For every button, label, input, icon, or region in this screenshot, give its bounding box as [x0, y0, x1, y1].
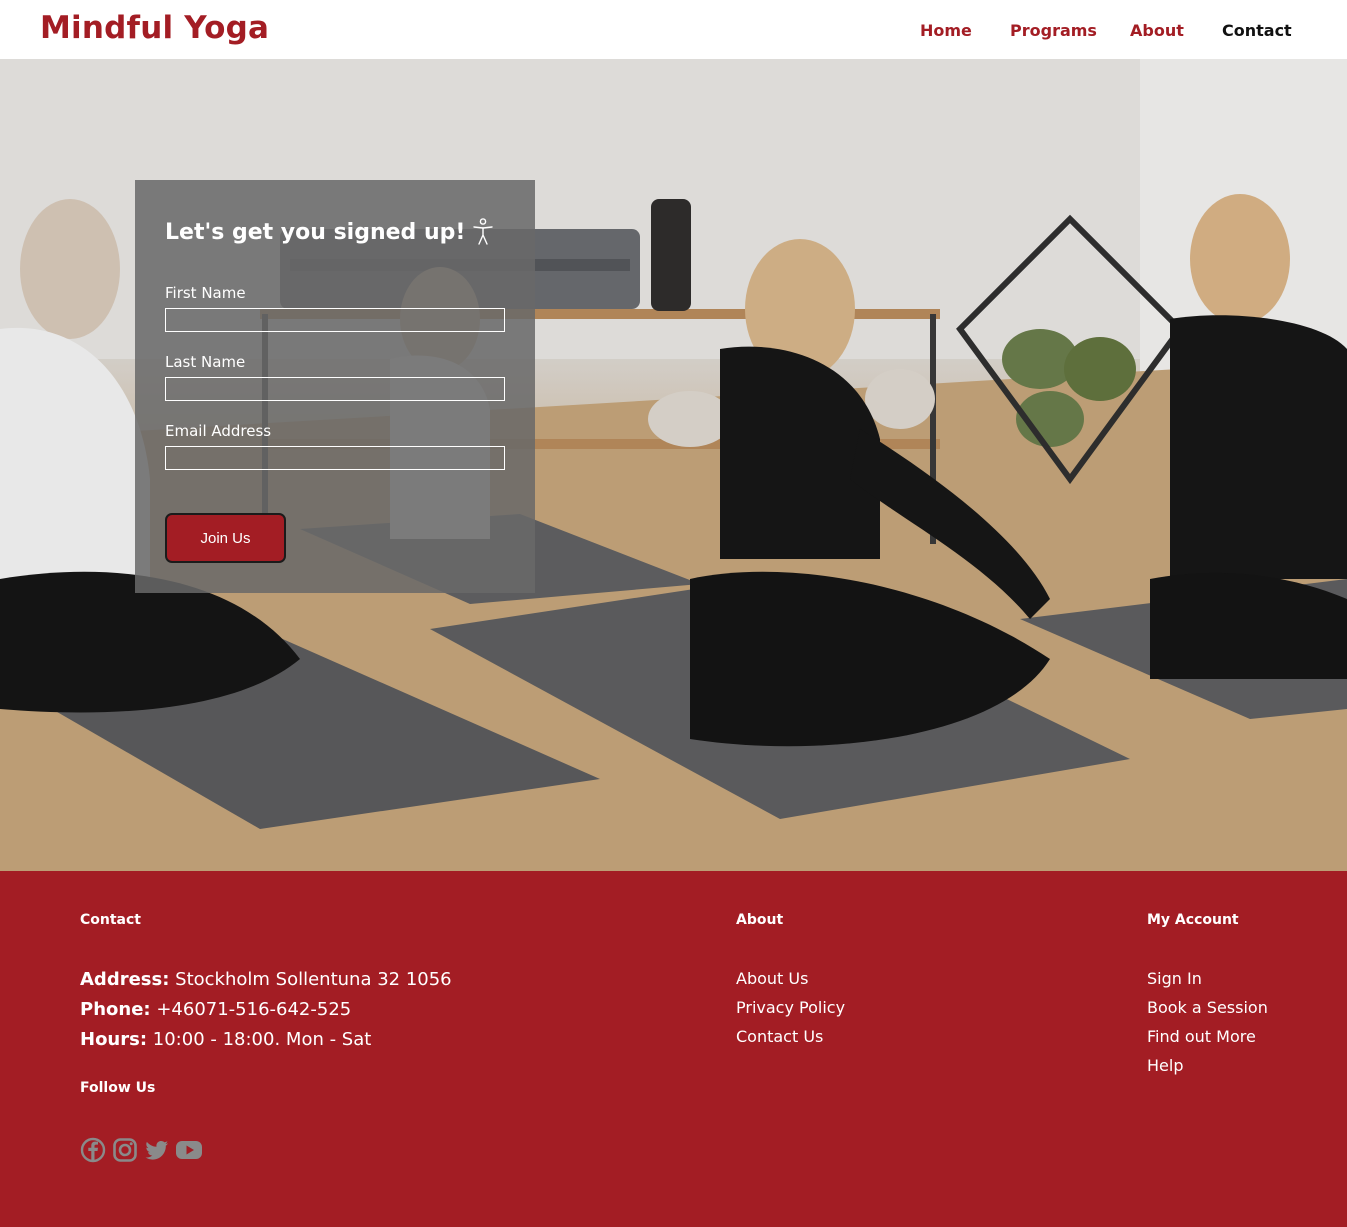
footer-link-help[interactable]: Help — [1147, 1056, 1183, 1075]
footer-link-sign-in[interactable]: Sign In — [1147, 969, 1202, 988]
footer-about-heading: About — [736, 912, 784, 928]
hero-section: Let's get you signed up! First Name Last… — [0, 59, 1347, 871]
signup-title: Let's get you signed up! — [165, 220, 466, 245]
nav-link-home[interactable]: Home — [920, 21, 972, 40]
last-name-input[interactable] — [165, 377, 505, 401]
nav-link-programs[interactable]: Programs — [1010, 21, 1097, 40]
accessibility-person-icon — [473, 218, 493, 245]
footer-contact-heading: Contact — [80, 912, 141, 928]
address-value: Stockholm Sollentuna 32 1056 — [175, 969, 452, 990]
hours-label: Hours: — [80, 1029, 148, 1050]
footer-link-find-out-more[interactable]: Find out More — [1147, 1027, 1256, 1046]
first-name-input[interactable] — [165, 308, 505, 332]
youtube-icon[interactable] — [175, 1137, 203, 1163]
email-address-input[interactable] — [165, 446, 505, 470]
facebook-icon[interactable] — [80, 1137, 106, 1163]
main-nav: Home Programs About Contact — [0, 21, 1347, 64]
footer-address: Address: Stockholm Sollentuna 32 1056 — [80, 969, 452, 990]
phone-label: Phone: — [80, 999, 151, 1020]
footer-link-privacy-policy[interactable]: Privacy Policy — [736, 998, 845, 1017]
footer-account-heading: My Account — [1147, 912, 1239, 928]
nav-link-contact[interactable]: Contact — [1222, 21, 1292, 40]
footer-hours: Hours: 10:00 - 18:00. Mon - Sat — [80, 1029, 371, 1050]
footer-link-contact-us[interactable]: Contact Us — [736, 1027, 823, 1046]
phone-value: +46071-516-642-525 — [156, 999, 352, 1020]
instagram-icon[interactable] — [112, 1137, 138, 1163]
footer-follow-heading: Follow Us — [80, 1080, 156, 1096]
email-address-label: Email Address — [165, 422, 272, 440]
join-us-button[interactable]: Join Us — [165, 513, 286, 563]
footer-phone: Phone: +46071-516-642-525 — [80, 999, 351, 1020]
site-header: Mindful Yoga Home Programs About Contact — [0, 0, 1347, 64]
signup-card: Let's get you signed up! First Name Last… — [135, 180, 535, 593]
twitter-icon[interactable] — [144, 1137, 170, 1163]
last-name-label: Last Name — [165, 353, 246, 371]
footer-link-book-a-session[interactable]: Book a Session — [1147, 998, 1268, 1017]
first-name-label: First Name — [165, 284, 246, 302]
address-label: Address: — [80, 969, 170, 990]
site-footer: Contact Address: Stockholm Sollentuna 32… — [0, 871, 1347, 1227]
nav-link-about[interactable]: About — [1130, 21, 1184, 40]
hours-value: 10:00 - 18:00. Mon - Sat — [152, 1029, 372, 1050]
footer-link-about-us[interactable]: About Us — [736, 969, 808, 988]
